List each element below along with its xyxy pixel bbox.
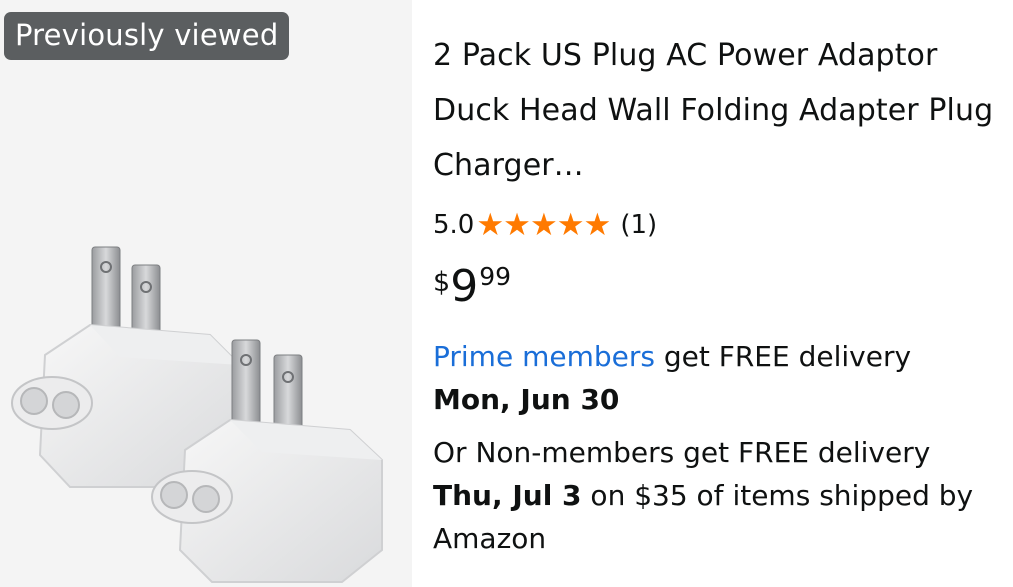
price-whole: 9: [450, 261, 479, 312]
nonmember-delivery: Or Non-members get FREE delivery Thu, Ju…: [433, 431, 1008, 560]
prime-delivery: Prime members get FREE delivery Mon, Jun…: [433, 335, 1008, 421]
price-fraction: 99: [479, 262, 511, 291]
prime-delivery-date: Mon, Jun 30: [433, 383, 620, 416]
product-image-panel[interactable]: Previously viewed: [0, 0, 412, 587]
prime-members-link[interactable]: Prime members: [433, 340, 655, 373]
star-icon: ★: [583, 206, 612, 243]
star-icon: ★: [476, 206, 505, 243]
rating-row[interactable]: 5.0 ★ ★ ★ ★ ★ (1): [433, 205, 1008, 245]
rating-stars[interactable]: ★ ★ ★ ★ ★: [476, 206, 612, 243]
product-details: 2 Pack US Plug AC Power Adaptor Duck Hea…: [433, 28, 1008, 560]
star-icon: ★: [503, 206, 531, 243]
product-price: $ 9 99: [433, 259, 1008, 315]
previously-viewed-badge: Previously viewed: [4, 12, 290, 60]
prime-delivery-text: get FREE delivery: [654, 340, 912, 373]
product-card[interactable]: Previously viewed 2 Pack US Plug AC Powe…: [0, 0, 1013, 587]
rating-value: 5.0: [433, 210, 475, 240]
star-icon: ★: [556, 206, 585, 243]
nonmember-delivery-text: Or Non-members get FREE delivery: [433, 436, 931, 469]
star-icon: ★: [529, 206, 558, 243]
price-symbol: $: [433, 267, 451, 298]
nonmember-delivery-date: Thu, Jul 3: [433, 479, 582, 512]
review-count[interactable]: (1): [620, 210, 657, 240]
product-title[interactable]: 2 Pack US Plug AC Power Adaptor Duck Hea…: [433, 28, 1008, 193]
product-image[interactable]: [0, 225, 412, 587]
